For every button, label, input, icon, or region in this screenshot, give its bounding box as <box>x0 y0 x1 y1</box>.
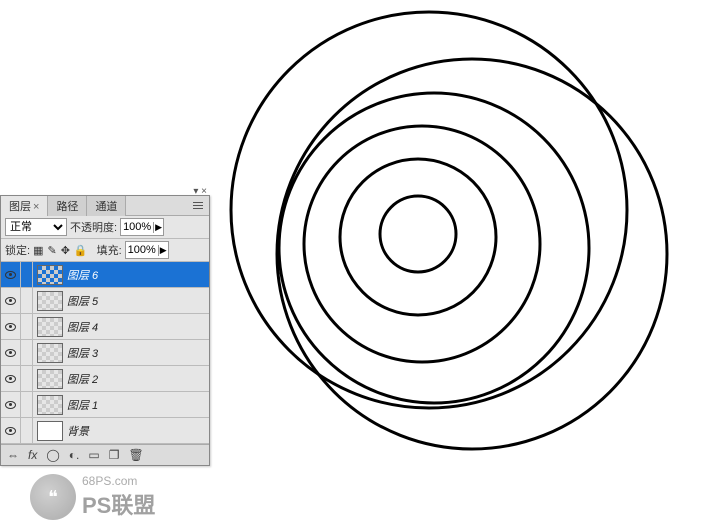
tab-2[interactable]: 通道 <box>87 196 126 216</box>
layer-mask-icon[interactable]: ◯ <box>46 448 59 462</box>
layer-row[interactable]: 图层 1 <box>1 392 209 418</box>
visibility-toggle[interactable] <box>1 262 21 287</box>
visibility-toggle[interactable] <box>1 340 21 365</box>
layers-panel: ▾ × 图层×路径通道 正常 不透明度: ▶ 锁定: ▦ ✎ ✥ 🔒 填充: ▶… <box>0 195 210 466</box>
layer-name: 图层 6 <box>67 267 98 283</box>
visibility-toggle[interactable] <box>1 314 21 339</box>
layer-name: 图层 1 <box>67 397 98 413</box>
eye-icon <box>5 349 16 357</box>
layer-thumbnail <box>37 369 63 389</box>
opacity-label: 不透明度: <box>70 219 117 235</box>
fill-arrow-icon[interactable]: ▶ <box>158 245 168 256</box>
blend-opacity-row: 正常 不透明度: ▶ <box>1 216 209 239</box>
panel-menu-icon[interactable] <box>193 199 205 211</box>
eye-icon <box>5 323 16 331</box>
fill-input[interactable]: ▶ <box>125 241 169 259</box>
lock-position-icon[interactable]: ✥ <box>61 244 70 257</box>
new-layer-icon[interactable]: ❐ <box>109 448 120 462</box>
eye-icon <box>5 297 16 305</box>
adjustment-layer-icon[interactable]: ◐. <box>69 448 80 462</box>
opacity-input[interactable]: ▶ <box>120 218 164 236</box>
layer-thumbnail <box>37 395 63 415</box>
layer-thumbnail <box>37 317 63 337</box>
link-layers-icon[interactable]: ⇔ <box>7 448 19 462</box>
layer-row[interactable]: 图层 4 <box>1 314 209 340</box>
layer-list: 图层 6 图层 5 图层 4 图层 3 图层 2 图层 1 背景 <box>1 262 209 444</box>
blend-mode-select[interactable]: 正常 <box>5 218 67 236</box>
tab-1[interactable]: 路径 <box>48 196 87 216</box>
link-col <box>21 392 33 417</box>
lock-label: 锁定: <box>5 242 30 258</box>
layer-name: 背景 <box>67 423 89 439</box>
link-col <box>21 340 33 365</box>
lock-fill-row: 锁定: ▦ ✎ ✥ 🔒 填充: ▶ <box>1 239 209 262</box>
layer-row[interactable]: 图层 3 <box>1 340 209 366</box>
layer-thumbnail <box>37 421 63 441</box>
visibility-toggle[interactable] <box>1 366 21 391</box>
fill-label: 填充: <box>97 242 122 258</box>
eye-icon <box>5 427 16 435</box>
tab-0[interactable]: 图层× <box>1 196 48 216</box>
layer-thumbnail <box>37 291 63 311</box>
panel-footer: ⇔ fx ◯ ◐. ▭ ❐ 🗑 <box>1 444 209 465</box>
visibility-toggle[interactable] <box>1 418 21 443</box>
visibility-toggle[interactable] <box>1 392 21 417</box>
layer-name: 图层 2 <box>67 371 98 387</box>
layer-name: 图层 5 <box>67 293 98 309</box>
lock-icons: ▦ ✎ ✥ 🔒 <box>33 244 88 257</box>
layer-name: 图层 3 <box>67 345 98 361</box>
link-col <box>21 262 33 287</box>
link-col <box>21 288 33 313</box>
fill-field[interactable] <box>126 244 158 256</box>
opacity-arrow-icon[interactable]: ▶ <box>153 222 163 233</box>
link-col <box>21 366 33 391</box>
eye-icon <box>5 401 16 409</box>
layer-thumbnail <box>37 265 63 285</box>
delete-layer-icon[interactable]: 🗑 <box>128 448 143 462</box>
layer-group-icon[interactable]: ▭ <box>88 448 99 462</box>
lock-all-icon[interactable]: 🔒 <box>74 244 88 257</box>
layer-style-icon[interactable]: fx <box>28 448 37 462</box>
opacity-field[interactable] <box>121 221 153 233</box>
lock-transparency-icon[interactable]: ▦ <box>33 244 43 257</box>
layer-row[interactable]: 图层 2 <box>1 366 209 392</box>
eye-icon <box>5 375 16 383</box>
link-col <box>21 314 33 339</box>
layer-name: 图层 4 <box>67 319 98 335</box>
link-col <box>21 418 33 443</box>
layer-row[interactable]: 背景 <box>1 418 209 444</box>
eye-icon <box>5 271 16 279</box>
layer-row[interactable]: 图层 5 <box>1 288 209 314</box>
panel-tabs: 图层×路径通道 <box>1 196 209 216</box>
lock-pixels-icon[interactable]: ✎ <box>47 244 56 257</box>
layer-row[interactable]: 图层 6 <box>1 262 209 288</box>
layer-thumbnail <box>37 343 63 363</box>
visibility-toggle[interactable] <box>1 288 21 313</box>
